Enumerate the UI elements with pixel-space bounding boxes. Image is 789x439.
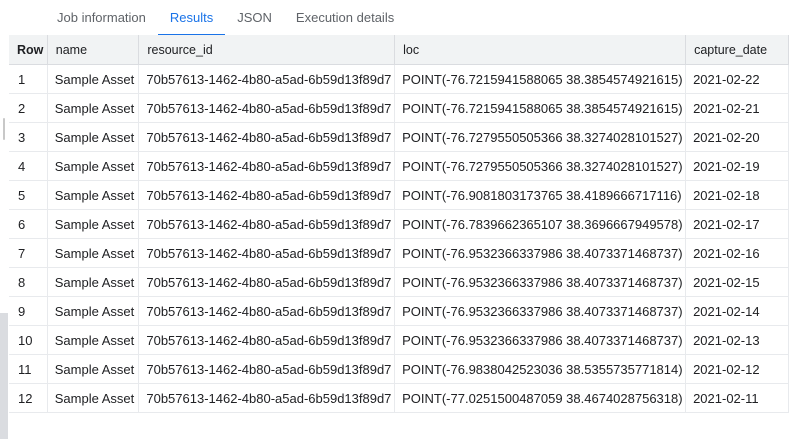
cell-row: 1: [9, 64, 48, 94]
cell-name: Sample Asset: [47, 267, 140, 297]
cell-name: Sample Asset: [47, 238, 140, 268]
cell-capture-date: 2021-02-15: [685, 267, 789, 297]
cell-loc: POINT(-76.9838042523036 38.5355735771814…: [394, 354, 687, 384]
cell-loc: POINT(-76.7279550505366 38.3274028101527…: [394, 122, 687, 152]
cell-loc: POINT(-76.9532366337986 38.4073371468737…: [394, 267, 687, 297]
cell-name: Sample Asset: [47, 180, 140, 210]
cell-name: Sample Asset: [47, 383, 140, 413]
cell-resource-id: 70b57613-1462-4b80-a5ad-6b59d13f89d7: [138, 93, 396, 123]
table-row[interactable]: 6 Sample Asset 70b57613-1462-4b80-a5ad-6b5…: [9, 209, 789, 239]
cell-resource-id: 70b57613-1462-4b80-a5ad-6b59d13f89d7: [138, 383, 396, 413]
cell-resource-id: 70b57613-1462-4b80-a5ad-6b59d13f89d7: [138, 238, 396, 268]
cell-capture-date: 2021-02-11: [685, 383, 789, 413]
cell-capture-date: 2021-02-18: [685, 180, 789, 210]
cell-loc: POINT(-77.0251500487059 38.4674028756318…: [394, 383, 687, 413]
cell-capture-date: 2021-02-13: [685, 325, 789, 355]
column-header-resource-id[interactable]: resource_id: [138, 35, 396, 65]
table-row[interactable]: 9 Sample Asset 70b57613-1462-4b80-a5ad-6b5…: [9, 296, 789, 326]
cell-name: Sample Asset: [47, 209, 140, 239]
table-row[interactable]: 5 Sample Asset 70b57613-1462-4b80-a5ad-6b5…: [9, 180, 789, 210]
tab-execution-details[interactable]: Execution details: [284, 0, 406, 35]
cell-loc: POINT(-76.9081803173765 38.4189666717116…: [394, 180, 687, 210]
cell-row: 3: [9, 122, 48, 152]
table-header-row: Row name resource_id loc capture_date: [9, 35, 789, 65]
cell-resource-id: 70b57613-1462-4b80-a5ad-6b59d13f89d7: [138, 209, 396, 239]
cell-row: 9: [9, 296, 48, 326]
cell-name: Sample Asset: [47, 122, 140, 152]
cell-row: 8: [9, 267, 48, 297]
cell-loc: POINT(-76.7215941588065 38.3854574921615…: [394, 93, 687, 123]
cell-resource-id: 70b57613-1462-4b80-a5ad-6b59d13f89d7: [138, 354, 396, 384]
table-row[interactable]: 4 Sample Asset 70b57613-1462-4b80-a5ad-6b5…: [9, 151, 789, 181]
cell-row: 11: [9, 354, 48, 384]
vertical-scrollbar-thumb[interactable]: [0, 313, 8, 439]
cell-row: 6: [9, 209, 48, 239]
cell-name: Sample Asset: [47, 93, 140, 123]
cell-resource-id: 70b57613-1462-4b80-a5ad-6b59d13f89d7: [138, 180, 396, 210]
column-header-name[interactable]: name: [47, 35, 140, 65]
table-row[interactable]: 2 Sample Asset 70b57613-1462-4b80-a5ad-6b5…: [9, 93, 789, 123]
cell-row: 12: [9, 383, 48, 413]
cell-resource-id: 70b57613-1462-4b80-a5ad-6b59d13f89d7: [138, 296, 396, 326]
table-row[interactable]: 1 Sample Asset 70b57613-1462-4b80-a5ad-6b5…: [9, 64, 789, 94]
cell-name: Sample Asset: [47, 296, 140, 326]
cell-resource-id: 70b57613-1462-4b80-a5ad-6b59d13f89d7: [138, 122, 396, 152]
cell-row: 2: [9, 93, 48, 123]
cell-capture-date: 2021-02-20: [685, 122, 789, 152]
cell-capture-date: 2021-02-19: [685, 151, 789, 181]
column-header-row: Row: [9, 35, 48, 65]
table-row[interactable]: 12 Sample Asset 70b57613-1462-4b80-a5ad-6b…: [9, 383, 789, 413]
cell-name: Sample Asset: [47, 151, 140, 181]
cell-loc: POINT(-76.7839662365107 38.3696667949578…: [394, 209, 687, 239]
results-table-container[interactable]: Row name resource_id loc capture_date 1S…: [9, 35, 789, 439]
cell-name: Sample Asset: [47, 354, 140, 384]
cell-capture-date: 2021-02-14: [685, 296, 789, 326]
cell-row: 5: [9, 180, 48, 210]
cell-resource-id: 70b57613-1462-4b80-a5ad-6b59d13f89d7: [138, 64, 396, 94]
table-row[interactable]: 8 Sample Asset 70b57613-1462-4b80-a5ad-6b5…: [9, 267, 789, 297]
table-row[interactable]: 10 Sample Asset 70b57613-1462-4b80-a5ad-6b…: [9, 325, 789, 355]
cell-row: 7: [9, 238, 48, 268]
table-row[interactable]: 3 Sample Asset 70b57613-1462-4b80-a5ad-6b5…: [9, 122, 789, 152]
cell-resource-id: 70b57613-1462-4b80-a5ad-6b59d13f89d7: [138, 325, 396, 355]
tab-job-information[interactable]: Job information: [45, 0, 158, 35]
left-gutter: [0, 0, 9, 439]
table-body: 1 Sample Asset 70b57613-1462-4b80-a5ad-6b5…: [9, 64, 789, 413]
cell-name: Sample Asset: [47, 325, 140, 355]
cell-resource-id: 70b57613-1462-4b80-a5ad-6b59d13f89d7: [138, 267, 396, 297]
tab-results[interactable]: Results: [157, 0, 226, 36]
cell-loc: POINT(-76.9532366337986 38.4073371468737…: [394, 325, 687, 355]
cell-row: 10: [9, 325, 48, 355]
cell-loc: POINT(-76.9532366337986 38.4073371468737…: [394, 296, 687, 326]
table-row[interactable]: 11 Sample Asset 70b57613-1462-4b80-a5ad-6b…: [9, 354, 789, 384]
results-table: Row name resource_id loc capture_date 1S…: [9, 35, 789, 413]
cell-capture-date: 2021-02-12: [685, 354, 789, 384]
column-header-capture-date[interactable]: capture_date: [685, 35, 789, 65]
tab-json[interactable]: JSON: [225, 0, 284, 35]
table-row[interactable]: 7 Sample Asset 70b57613-1462-4b80-a5ad-6b5…: [9, 238, 789, 268]
resize-handle[interactable]: [3, 118, 5, 140]
results-tabs: Job information Results JSON Execution d…: [9, 0, 789, 36]
cell-name: Sample Asset: [47, 64, 140, 94]
cell-loc: POINT(-76.7279550505366 38.3274028101527…: [394, 151, 687, 181]
cell-loc: POINT(-76.9532366337986 38.4073371468737…: [394, 238, 687, 268]
query-results-panel: Job information Results JSON Execution d…: [0, 0, 789, 439]
column-header-loc[interactable]: loc: [394, 35, 687, 65]
cell-capture-date: 2021-02-16: [685, 238, 789, 268]
cell-loc: POINT(-76.7215941588065 38.3854574921615…: [394, 64, 687, 94]
cell-resource-id: 70b57613-1462-4b80-a5ad-6b59d13f89d7: [138, 151, 396, 181]
cell-capture-date: 2021-02-22: [685, 64, 789, 94]
cell-capture-date: 2021-02-17: [685, 209, 789, 239]
cell-capture-date: 2021-02-21: [685, 93, 789, 123]
cell-row: 4: [9, 151, 48, 181]
